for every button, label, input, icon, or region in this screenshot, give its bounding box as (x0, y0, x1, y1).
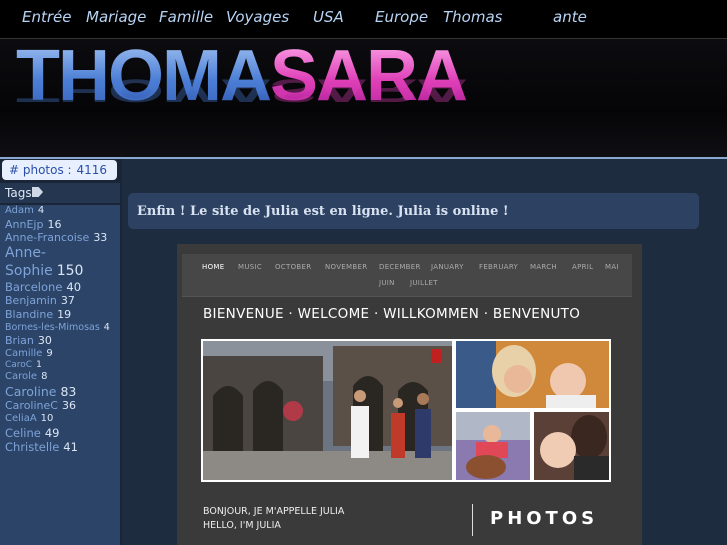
tag-name: Camille (5, 347, 43, 359)
julia-intro: BONJOUR, JE M'APPELLE JULIA HELLO, I'M J… (203, 505, 344, 533)
julia-nav-october[interactable]: OCTOBER (275, 263, 311, 271)
tag-item[interactable]: Bornes-les-Mimosas 4 (0, 322, 120, 334)
tag-name: Anne-Sophie (5, 245, 53, 279)
tag-count: 49 (44, 425, 60, 440)
tag-item[interactable]: Celine 49 (0, 426, 120, 440)
nav-item-usa[interactable]: USA (313, 8, 344, 26)
julia-nav-juin[interactable]: JUIN (379, 279, 395, 287)
tag-name: Barcelone (5, 280, 63, 294)
photo-count-value: 4116 (76, 163, 107, 177)
tag-item[interactable]: Anne-Sophie 150 (0, 245, 120, 280)
nav-item-mariage[interactable]: Mariage (86, 8, 146, 26)
tag-item[interactable]: Christelle 41 (0, 440, 120, 454)
julia-intro-line2: HELLO, I'M JULIA (203, 520, 281, 531)
julia-photos-link[interactable]: PHOTOS (490, 508, 598, 529)
tag-name: Christelle (5, 440, 60, 454)
tag-item[interactable]: AnnEjp 16 (0, 218, 120, 232)
tag-count: 8 (41, 371, 48, 383)
tag-item[interactable]: Caroline 83 (0, 384, 120, 400)
tag-count: 9 (46, 347, 53, 359)
sidebar: # photos : 4116 Tags Adam 4 AnnEjp 16 Anne-F… (0, 159, 122, 545)
tag-name: Bornes-les-Mimosas (5, 321, 100, 333)
tag-item[interactable]: Brian 30 (0, 334, 120, 348)
tag-count: 1 (36, 360, 42, 370)
tag-item[interactable]: Adam 4 (0, 205, 120, 218)
julia-site-nav: HOME MUSIC OCTOBER NOVEMBER DECEMBER JANUARY F… (182, 254, 632, 297)
tag-item[interactable]: Blandine 19 (0, 308, 120, 322)
tag-name: AnnEjp (5, 217, 44, 231)
tag-count: 33 (93, 231, 108, 245)
top-navigation: Entrée Mariage Famille Voyages USA Europe Thom… (0, 0, 727, 38)
tag-count: 36 (61, 399, 76, 413)
tag-count: 16 (47, 217, 62, 231)
tag-count: 19 (57, 308, 72, 322)
nav-item-ante[interactable]: ante (553, 8, 587, 26)
tag-name: Caroline (5, 383, 57, 399)
tag-count: 37 (60, 294, 75, 308)
announcement-box: Enfin ! Le site de Julia est en ligne. J… (128, 193, 699, 229)
photo-grandmother-baby (454, 339, 611, 410)
tag-item[interactable]: Benjamin 37 (0, 294, 120, 308)
photo-count-badge: # photos : 4116 (2, 160, 117, 180)
tag-name: CeliaA (5, 413, 37, 425)
announcement-text: Enfin ! Le site de Julia est en ligne. J… (137, 203, 509, 219)
photo-mother-baby (532, 410, 611, 482)
site-banner: THOMASARA THOMASARA (0, 38, 727, 159)
nav-item-famille[interactable]: Famille (159, 8, 213, 26)
tag-item[interactable]: Barcelone 40 (0, 280, 120, 294)
tag-item[interactable]: Anne-Francoise 33 (0, 231, 120, 245)
nav-item-voyages[interactable]: Voyages (226, 8, 289, 26)
tag-name: Anne-Francoise (5, 231, 90, 245)
julia-nav-january[interactable]: JANUARY (431, 263, 464, 271)
photo-count-label: # photos : (9, 163, 72, 177)
tag-name: Brian (5, 333, 34, 347)
julia-nav-juillet[interactable]: JUILLET (410, 279, 438, 287)
nav-item-entr-e[interactable]: Entrée (22, 8, 72, 26)
tag-count: 83 (60, 383, 77, 399)
tag-item[interactable]: Camille 9 (0, 348, 120, 361)
tag-name: CarolineC (5, 399, 58, 413)
julia-nav-april[interactable]: APRIL (572, 263, 593, 271)
julia-nav-music[interactable]: MUSIC (238, 263, 262, 271)
tag-count: 4 (103, 321, 110, 333)
tag-icon (32, 187, 43, 197)
tag-name: Adam (5, 205, 34, 216)
julia-nav-march[interactable]: MARCH (530, 263, 557, 271)
tags-header: Tags (0, 183, 120, 203)
tag-count: 150 (56, 262, 84, 279)
julia-nav-february[interactable]: FEBRUARY (479, 263, 518, 271)
tag-count: 30 (37, 333, 52, 347)
tag-count: 41 (63, 440, 78, 454)
julia-nav-december[interactable]: DECEMBER (379, 263, 421, 271)
julia-nav-mai[interactable]: MAI (605, 263, 619, 271)
tag-name: Celine (5, 425, 41, 440)
photo-brussels-square (201, 339, 454, 482)
tag-item[interactable]: CeliaA 10 (0, 413, 120, 426)
tags-title: Tags (5, 186, 32, 200)
tag-count: 4 (37, 205, 45, 216)
photo-baby-drawing (454, 410, 532, 482)
julia-welcome-heading: BIENVENUE · WELCOME · WILLKOMMEN · BENVE… (203, 306, 581, 322)
julia-footer-divider (472, 504, 473, 536)
nav-item-thomas[interactable]: Thomas (443, 8, 502, 26)
logo-reflection: THOMASARA (16, 72, 466, 109)
tags-list: Adam 4 AnnEjp 16 Anne-Francoise 33 Anne-Sophie… (0, 205, 120, 545)
julia-site-preview[interactable]: HOME MUSIC OCTOBER NOVEMBER DECEMBER JANUARY F… (177, 244, 642, 545)
tag-item[interactable]: Carole 8 (0, 371, 120, 384)
tag-name: Blandine (5, 308, 54, 322)
tag-name: CaroC (5, 360, 33, 370)
tag-count: 40 (66, 280, 82, 294)
tag-name: Benjamin (5, 294, 57, 308)
julia-intro-line1: BONJOUR, JE M'APPELLE JULIA (203, 506, 345, 517)
tag-item[interactable]: CaroC 1 (0, 360, 120, 371)
tag-name: Carole (5, 371, 38, 383)
julia-nav-home[interactable]: HOME (202, 263, 224, 271)
tag-count: 10 (40, 413, 54, 425)
tag-item[interactable]: CarolineC 36 (0, 399, 120, 413)
nav-item-europe[interactable]: Europe (375, 8, 428, 26)
main-content: Enfin ! Le site de Julia est en ligne. J… (122, 159, 727, 545)
julia-nav-november[interactable]: NOVEMBER (325, 263, 367, 271)
